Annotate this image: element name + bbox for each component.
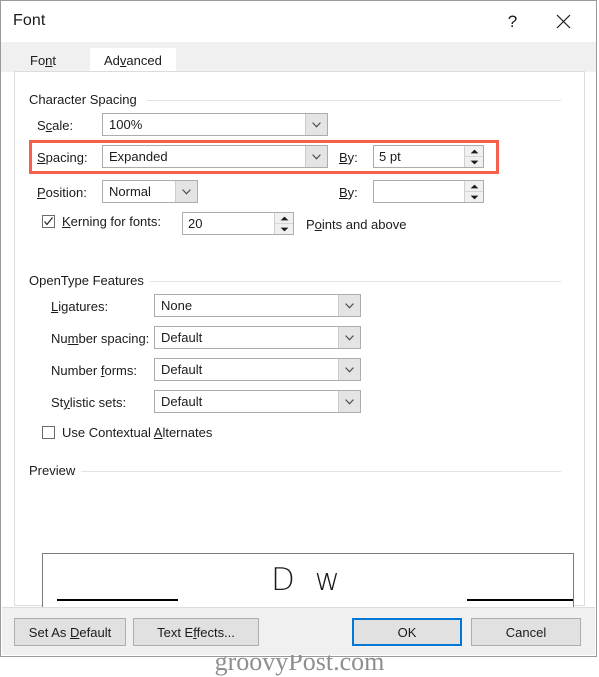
opentype-group-rule — [148, 281, 561, 282]
contextual-alternates-checkbox-row[interactable]: Use Contextual Alternates — [42, 425, 212, 440]
close-icon — [556, 14, 571, 28]
position-combobox[interactable]: Normal — [102, 180, 198, 203]
preview-rule-left — [57, 599, 178, 601]
tab-advanced-label: Advanced — [104, 52, 162, 68]
dialog-title: Font — [13, 12, 46, 29]
kerning-stepper[interactable] — [274, 213, 293, 234]
ligatures-label: Ligatures: — [51, 299, 109, 314]
preview-rule-right — [467, 599, 573, 601]
kerning-checkbox-row[interactable]: Kerning for fonts: — [42, 214, 161, 229]
number-forms-value: Default — [161, 362, 203, 377]
text-effects-button[interactable]: Text Effects... — [133, 618, 259, 646]
stepper-down-button[interactable] — [275, 224, 293, 234]
tab-advanced[interactable]: Advanced — [90, 48, 176, 72]
position-label: Position: — [37, 185, 87, 200]
question-mark-icon: ? — [507, 11, 518, 31]
chevron-down-icon[interactable] — [338, 391, 360, 412]
chevron-down-icon[interactable] — [305, 114, 327, 135]
title-bar: Font ? — [1, 1, 596, 42]
set-as-default-label: Set As Default — [28, 624, 112, 640]
stepper-up-button[interactable] — [465, 146, 483, 157]
preview-group-rule — [77, 471, 561, 472]
advanced-tab-panel: Character Spacing Scale: 100% Spacing: E… — [14, 71, 585, 676]
stepper-up-button[interactable] — [275, 213, 293, 224]
set-as-default-button[interactable]: Set As Default — [14, 618, 126, 646]
stylistic-sets-label: Stylistic sets: — [51, 395, 127, 410]
spacing-value: Expanded — [109, 149, 168, 164]
position-by-label: By: — [339, 185, 358, 200]
position-value: Normal — [109, 184, 151, 199]
chevron-down-icon[interactable] — [338, 327, 360, 348]
spacing-label: Spacing: — [37, 150, 88, 165]
character-spacing-group-label: Character Spacing — [29, 92, 143, 107]
kerning-size-value[interactable]: 20 — [183, 213, 274, 234]
preview-group-label: Preview — [29, 463, 82, 478]
cancel-label: Cancel — [505, 624, 547, 640]
spacing-by-stepper[interactable] — [464, 146, 483, 167]
dialog-footer: Set As Default Text Effects... OK Cancel — [2, 607, 595, 655]
number-forms-label: Number forms: — [51, 363, 137, 378]
preview-sample-text: D w — [270, 562, 346, 598]
ok-button[interactable]: OK — [352, 618, 462, 646]
ok-label: OK — [397, 624, 417, 640]
number-spacing-combobox[interactable]: Default — [154, 326, 361, 349]
number-spacing-value: Default — [161, 330, 203, 345]
tab-font[interactable]: Font — [16, 49, 70, 72]
kerning-size-spinner[interactable]: 20 — [182, 212, 294, 235]
chevron-down-icon[interactable] — [338, 359, 360, 380]
kerning-label: Kerning for fonts: — [62, 214, 161, 229]
stepper-down-button[interactable] — [465, 192, 483, 202]
number-spacing-label: Number spacing: — [51, 331, 150, 346]
spacing-by-spinner[interactable]: 5 pt — [373, 145, 484, 168]
tab-font-label: Font — [30, 53, 57, 68]
position-by-spinner[interactable] — [373, 180, 484, 203]
scale-label: Scale: — [37, 118, 74, 133]
stylistic-sets-value: Default — [161, 394, 203, 409]
stylistic-sets-combobox[interactable]: Default — [154, 390, 361, 413]
spacing-by-label: By: — [339, 150, 358, 165]
text-effects-label: Text Effects... — [157, 624, 235, 640]
stepper-down-button[interactable] — [465, 157, 483, 167]
ligatures-combobox[interactable]: None — [154, 294, 361, 317]
contextual-alternates-checkbox[interactable] — [42, 426, 55, 439]
chevron-down-icon[interactable] — [338, 295, 360, 316]
stepper-up-button[interactable] — [465, 181, 483, 192]
number-forms-combobox[interactable]: Default — [154, 358, 361, 381]
spacing-combobox[interactable]: Expanded — [102, 145, 328, 168]
position-by-value[interactable] — [374, 181, 464, 202]
spacing-by-value[interactable]: 5 pt — [374, 146, 464, 167]
tab-strip: Font Advanced — [1, 42, 596, 72]
position-by-stepper[interactable] — [464, 181, 483, 202]
scale-combobox[interactable]: 100% — [102, 113, 328, 136]
kerning-suffix-label: Points and above — [306, 217, 407, 232]
kerning-checkbox[interactable] — [42, 215, 55, 228]
help-button[interactable]: ? — [490, 1, 535, 41]
font-preview-box: D w — [42, 553, 574, 610]
checkmark-icon — [44, 217, 53, 226]
cancel-button[interactable]: Cancel — [471, 618, 581, 646]
chevron-down-icon[interactable] — [305, 146, 327, 167]
ligatures-value: None — [161, 298, 193, 313]
character-spacing-group-rule — [147, 100, 561, 101]
close-button[interactable] — [541, 1, 586, 41]
chevron-down-icon[interactable] — [175, 181, 197, 202]
font-dialog: Font ? Font Advanced Character Spacing S… — [0, 0, 597, 676]
opentype-group-label: OpenType Features — [29, 273, 150, 288]
scale-value: 100% — [109, 117, 143, 132]
contextual-alternates-label: Use Contextual Alternates — [62, 425, 213, 440]
